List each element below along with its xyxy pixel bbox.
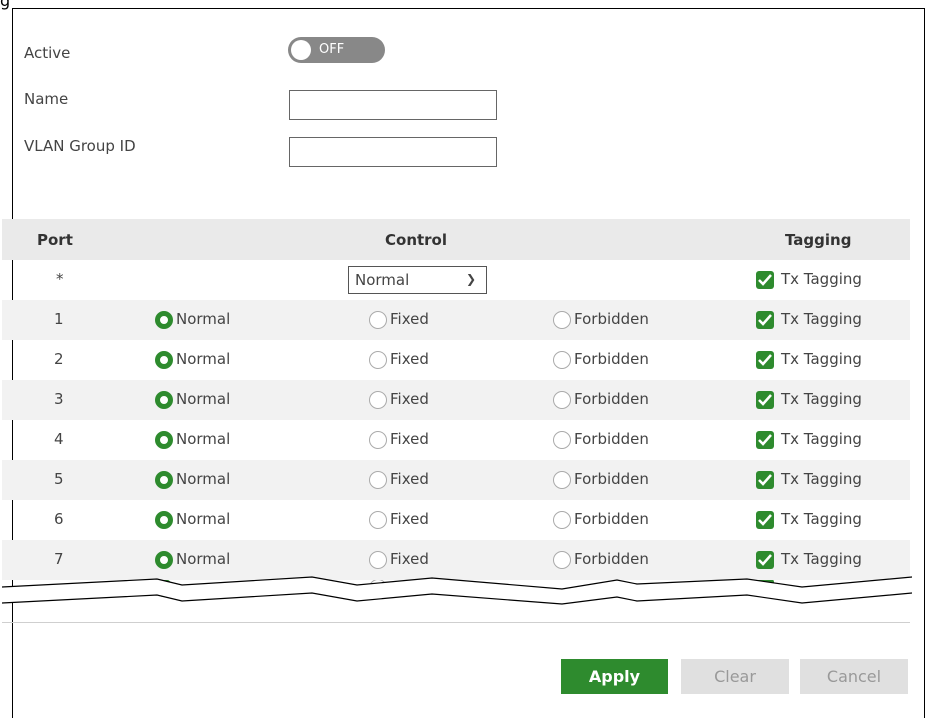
- fixed-label: Fixed: [390, 390, 429, 408]
- forbidden-radio[interactable]: [553, 391, 571, 409]
- name-field[interactable]: [289, 90, 497, 120]
- normal-label: Normal: [176, 390, 231, 408]
- normal-label: Normal: [176, 310, 231, 328]
- fixed-radio[interactable]: [369, 311, 387, 329]
- toggle-knob: [291, 40, 311, 60]
- port-cell: 5: [54, 470, 64, 488]
- active-toggle-text: OFF: [319, 42, 345, 57]
- tx-tagging-label: Tx Tagging: [781, 510, 862, 528]
- divider: [2, 622, 910, 623]
- tx-tagging-label: Tx Tagging: [781, 470, 862, 488]
- tx-tagging-checkbox[interactable]: [756, 271, 774, 289]
- fixed-radio[interactable]: [369, 511, 387, 529]
- chevron-down-icon: ❯: [465, 272, 476, 286]
- active-toggle[interactable]: OFF: [288, 37, 385, 63]
- control-select-value: Normal: [355, 271, 410, 289]
- normal-radio[interactable]: [155, 431, 173, 449]
- tx-tagging-label: Tx Tagging: [781, 350, 862, 368]
- tx-tagging-checkbox[interactable]: [756, 311, 774, 329]
- forbidden-radio[interactable]: [553, 511, 571, 529]
- normal-radio[interactable]: [155, 511, 173, 529]
- fixed-radio[interactable]: [369, 431, 387, 449]
- vlan-group-id-field[interactable]: [289, 137, 497, 167]
- fixed-label: Fixed: [390, 470, 429, 488]
- apply-button[interactable]: Apply: [561, 659, 668, 694]
- port-cell: 6: [54, 510, 64, 528]
- forbidden-radio[interactable]: [553, 311, 571, 329]
- tx-tagging-checkbox[interactable]: [756, 351, 774, 369]
- figure-label: g: [0, 0, 11, 10]
- forbidden-label: Forbidden: [574, 470, 649, 488]
- table-row: 3 Normal Fixed Forbidden Tx Tagging: [2, 380, 910, 420]
- tx-tagging-label: Tx Tagging: [781, 310, 862, 328]
- forbidden-label: Forbidden: [574, 350, 649, 368]
- fixed-label: Fixed: [390, 510, 429, 528]
- fixed-label: Fixed: [390, 310, 429, 328]
- port-cell: 3: [54, 390, 64, 408]
- table-row: 5 Normal Fixed Forbidden Tx Tagging: [2, 460, 910, 500]
- clear-button[interactable]: Clear: [681, 659, 789, 694]
- normal-radio[interactable]: [155, 471, 173, 489]
- header-tagging: Tagging: [785, 231, 852, 249]
- port-table: Port Control Tagging * Normal ❯ Tx Taggi…: [2, 219, 910, 580]
- normal-radio[interactable]: [155, 311, 173, 329]
- cancel-button[interactable]: Cancel: [800, 659, 908, 694]
- header-port: Port: [37, 231, 73, 249]
- normal-label: Normal: [176, 430, 231, 448]
- table-header: Port Control Tagging: [2, 219, 910, 260]
- forbidden-radio[interactable]: [553, 431, 571, 449]
- tx-tagging-checkbox[interactable]: [756, 511, 774, 529]
- fixed-label: Fixed: [390, 430, 429, 448]
- vlan-group-id-label: VLAN Group ID: [24, 137, 136, 155]
- table-row: 4 Normal Fixed Forbidden Tx Tagging: [2, 420, 910, 460]
- normal-label: Normal: [176, 510, 231, 528]
- port-cell: 2: [54, 350, 64, 368]
- tx-tagging-label: Tx Tagging: [781, 430, 862, 448]
- tx-tagging-checkbox[interactable]: [756, 391, 774, 409]
- forbidden-radio[interactable]: [553, 351, 571, 369]
- forbidden-label: Forbidden: [574, 430, 649, 448]
- table-row: 6 Normal Fixed Forbidden Tx Tagging: [2, 500, 910, 540]
- port-cell: 1: [54, 310, 64, 328]
- forbidden-label: Forbidden: [574, 310, 649, 328]
- fixed-radio[interactable]: [369, 391, 387, 409]
- port-cell: 4: [54, 430, 64, 448]
- port-cell: *: [56, 270, 64, 288]
- normal-label: Normal: [176, 350, 231, 368]
- tx-tagging-checkbox[interactable]: [756, 431, 774, 449]
- forbidden-radio[interactable]: [553, 471, 571, 489]
- table-row: 1 Normal Fixed Forbidden Tx Tagging: [2, 300, 910, 340]
- header-control: Control: [385, 231, 448, 249]
- forbidden-label: Forbidden: [574, 390, 649, 408]
- fixed-radio[interactable]: [369, 471, 387, 489]
- tx-tagging-checkbox[interactable]: [756, 471, 774, 489]
- name-label: Name: [24, 90, 69, 108]
- table-row: 2 Normal Fixed Forbidden Tx Tagging: [2, 340, 910, 380]
- table-row-all: * Normal ❯ Tx Tagging: [2, 260, 910, 300]
- tx-tagging-label: Tx Tagging: [781, 270, 862, 288]
- table-break-icon: [2, 576, 912, 605]
- control-select[interactable]: Normal ❯: [348, 266, 487, 294]
- tx-tagging-label: Tx Tagging: [781, 390, 862, 408]
- fixed-label: Fixed: [390, 350, 429, 368]
- normal-label: Normal: [176, 470, 231, 488]
- normal-radio[interactable]: [155, 351, 173, 369]
- forbidden-label: Forbidden: [574, 510, 649, 528]
- fixed-radio[interactable]: [369, 351, 387, 369]
- active-label: Active: [24, 44, 71, 62]
- normal-radio[interactable]: [155, 391, 173, 409]
